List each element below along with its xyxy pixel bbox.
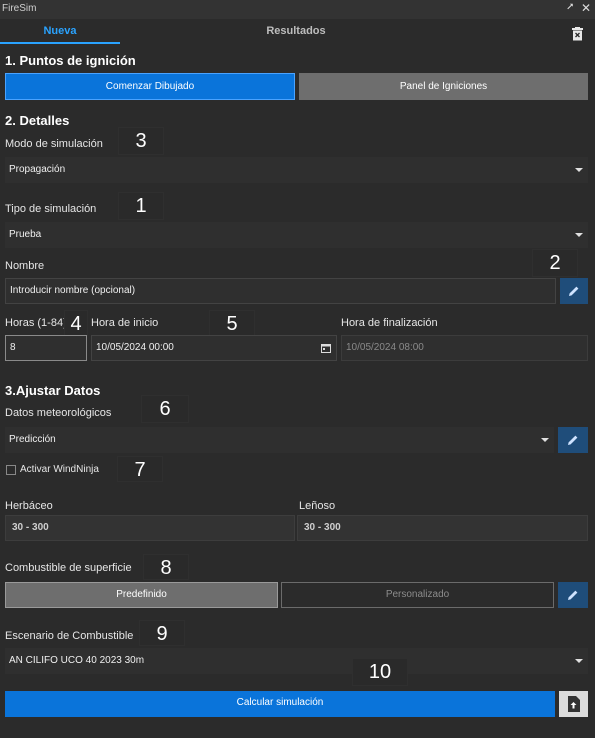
section-adjust-title: 3.Ajustar Datos	[5, 383, 101, 398]
sim-mode-label: Modo de simulación	[5, 138, 103, 150]
tab-nueva[interactable]: Nueva	[0, 22, 120, 44]
fuel-scenario-select[interactable]: AN CILIFO UCO 40 2023 30m	[5, 648, 588, 674]
herbaceo-value: 30 - 300	[12, 522, 49, 533]
edit-fuel-button[interactable]	[558, 582, 588, 608]
lenoso-field: 30 - 300	[297, 515, 588, 541]
name-placeholder: Introducir nombre (opcional)	[10, 285, 136, 296]
annotation-marker: 10	[352, 658, 408, 686]
calendar-icon[interactable]	[321, 343, 331, 353]
trash-icon[interactable]	[571, 27, 584, 41]
start-time-input[interactable]: 10/05/2024 00:00	[91, 335, 337, 361]
hours-value: 8	[10, 342, 16, 353]
ignitions-panel-button[interactable]: Panel de Igniciones	[299, 73, 588, 100]
end-time-value: 10/05/2024 08:00	[346, 342, 424, 353]
annotation-marker: 2	[532, 249, 578, 277]
start-time-label: Hora de inicio	[91, 317, 159, 329]
hours-label: Horas (1-84)	[5, 317, 67, 329]
herbaceo-label: Herbáceo	[5, 500, 53, 512]
edit-name-button[interactable]	[560, 278, 588, 304]
lenoso-label: Leñoso	[299, 500, 336, 512]
windninja-label: Activar WindNinja	[20, 464, 99, 475]
annotation-marker: 1	[118, 192, 164, 220]
close-icon[interactable]: ✕	[581, 1, 591, 15]
end-time-input: 10/05/2024 08:00	[341, 335, 588, 361]
weather-select[interactable]: Predicción	[5, 427, 554, 453]
windninja-checkbox[interactable]	[6, 465, 16, 475]
annotation-marker: 6	[141, 395, 189, 423]
annotation-marker: 8	[143, 554, 189, 580]
window-title: FireSim	[2, 3, 37, 14]
window-titlebar: FireSim ⭧ ✕	[0, 0, 595, 19]
start-time-value: 10/05/2024 00:00	[96, 342, 174, 353]
file-upload-icon	[568, 696, 580, 712]
herbaceo-field: 30 - 300	[5, 515, 295, 541]
annotation-marker: 4	[64, 310, 88, 336]
section-ignition-title: 1. Puntos de ignición	[5, 53, 136, 68]
pencil-icon	[568, 590, 578, 600]
predefined-button[interactable]: Predefinido	[5, 582, 278, 608]
lenoso-value: 30 - 300	[304, 522, 341, 533]
sim-type-value: Prueba	[9, 229, 42, 240]
annotation-marker: 3	[118, 127, 164, 155]
sim-mode-select[interactable]: Propagación	[5, 157, 588, 183]
pin-icon[interactable]: ⭧	[567, 2, 574, 13]
fuel-scenario-value: AN CILIFO UCO 40 2023 30m	[9, 655, 145, 666]
weather-value: Predicción	[9, 434, 56, 445]
tab-resultados[interactable]: Resultados	[236, 22, 356, 42]
sim-type-select[interactable]: Prueba	[5, 222, 588, 248]
chevron-down-icon	[575, 659, 583, 663]
chevron-down-icon	[575, 168, 583, 172]
custom-button[interactable]: Personalizado	[281, 582, 554, 608]
annotation-marker: 7	[117, 456, 163, 482]
hours-input[interactable]: 8	[5, 335, 87, 361]
end-time-label: Hora de finalización	[341, 317, 438, 329]
upload-button[interactable]	[559, 691, 588, 717]
pencil-icon	[568, 435, 578, 445]
edit-weather-button[interactable]	[558, 427, 588, 453]
section-details-title: 2. Detalles	[5, 113, 70, 128]
sim-type-label: Tipo de simulación	[5, 203, 97, 215]
annotation-marker: 9	[139, 620, 185, 646]
chevron-down-icon	[575, 233, 583, 237]
name-label: Nombre	[5, 260, 45, 272]
chevron-down-icon	[541, 438, 549, 442]
surface-fuel-label: Combustible de superficie	[5, 562, 132, 574]
pencil-icon	[569, 286, 579, 296]
calculate-simulation-button[interactable]: Calcular simulación	[5, 691, 555, 717]
sim-mode-value: Propagación	[9, 164, 66, 175]
start-drawing-button[interactable]: Comenzar Dibujado	[5, 73, 295, 100]
name-field[interactable]: Introducir nombre (opcional)	[5, 278, 556, 304]
weather-label: Datos meteorológicos	[5, 407, 112, 419]
annotation-marker: 5	[209, 310, 255, 336]
fuel-scenario-label: Escenario de Combustible	[5, 630, 134, 642]
